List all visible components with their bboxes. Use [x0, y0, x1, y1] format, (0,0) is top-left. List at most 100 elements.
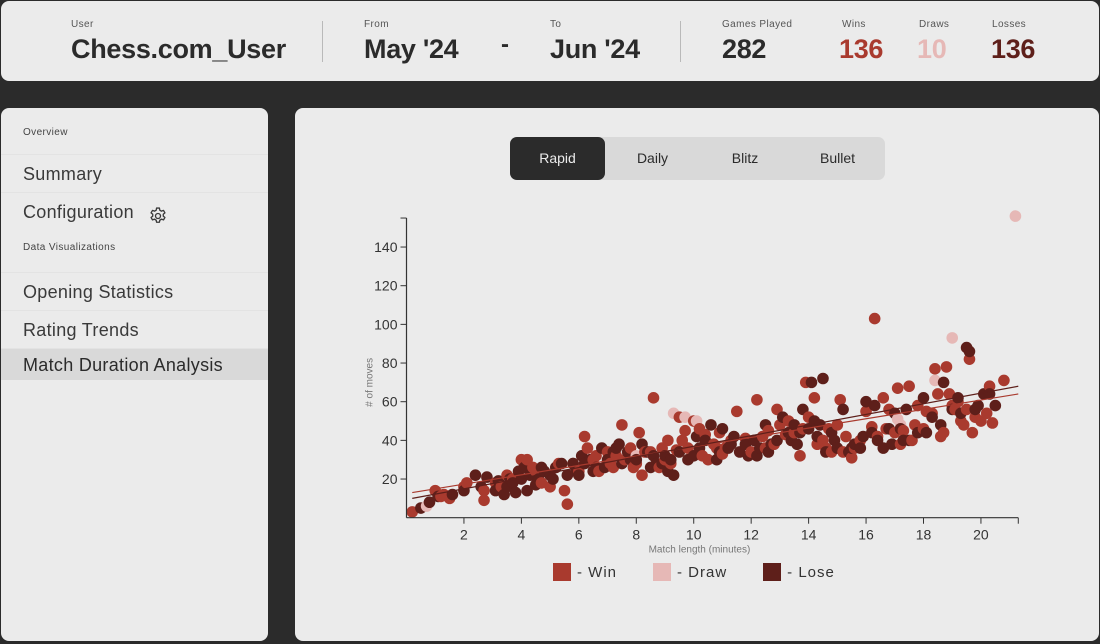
data-point-lose — [868, 399, 881, 412]
to-label: To — [550, 19, 562, 30]
data-point-win — [558, 484, 571, 497]
legend-label: - Lose — [787, 563, 835, 581]
gear-icon[interactable] — [148, 202, 168, 223]
data-point-win — [478, 494, 490, 507]
losses-field: Losses 136 — [991, 19, 1035, 65]
to-value[interactable]: Jun '24 — [550, 34, 640, 65]
data-point-lose — [509, 486, 522, 499]
sidebar-item-configuration[interactable]: Configuration — [1, 192, 268, 230]
data-point-win — [679, 424, 691, 437]
sidebar-item-label: Match Duration Analysis — [23, 354, 223, 375]
data-point-win — [966, 426, 979, 439]
sidebar-item-match-duration-analysis[interactable]: Match Duration Analysis — [1, 348, 268, 380]
legend-label: - Win — [577, 563, 617, 581]
data-point-win — [891, 382, 904, 394]
wins-label: Wins — [842, 19, 866, 30]
header-divider — [322, 21, 323, 62]
x-tick-label: 20 — [973, 527, 989, 543]
sidebar-item-label: Configuration — [23, 201, 134, 222]
data-point-lose — [920, 426, 933, 439]
data-point-lose — [791, 438, 803, 451]
data-point-win — [561, 498, 574, 510]
from-value[interactable]: May '24 — [364, 34, 459, 65]
data-point-win — [731, 405, 743, 418]
sidebar-item-summary[interactable]: Summary — [1, 154, 268, 192]
user-value: Chess.com_User — [71, 34, 286, 64]
data-point-lose — [716, 422, 729, 435]
y-tick-label: 60 — [382, 394, 398, 410]
x-tick-label: 12 — [743, 527, 759, 543]
x-tick-label: 14 — [801, 527, 817, 543]
x-tick-label: 4 — [517, 527, 525, 543]
x-tick-label: 8 — [632, 527, 640, 543]
legend-label: - Draw — [677, 563, 728, 581]
y-tick-label: 40 — [382, 432, 398, 448]
y-axis-title: # of moves — [365, 358, 376, 407]
draws-value: 10 — [917, 34, 947, 64]
data-point-lose — [547, 473, 559, 485]
sidebar-item-opening-statistics[interactable]: Opening Statistics — [1, 272, 268, 310]
data-point-win — [937, 426, 950, 439]
data-point-lose — [667, 469, 680, 481]
y-tick-label: 20 — [382, 471, 398, 487]
data-point-win — [980, 407, 993, 420]
draws-label: Draws — [919, 19, 950, 30]
data-point-lose — [937, 376, 950, 389]
games-played-field: Games Played 282 — [722, 19, 792, 65]
losses-value: 136 — [991, 34, 1036, 64]
data-point-lose — [705, 419, 717, 431]
legend-item-win: - Win — [553, 563, 617, 581]
x-tick-label: 16 — [858, 527, 874, 543]
data-point-lose — [664, 453, 677, 466]
user-field: User Chess.com_User — [71, 19, 286, 65]
wins-value: 136 — [839, 34, 884, 64]
data-point-lose — [926, 411, 938, 423]
data-point-win — [581, 442, 594, 454]
legend-item-draw: - Draw — [653, 563, 727, 581]
sidebar-item-label: Rating Trends — [23, 319, 139, 340]
data-point-lose — [837, 403, 849, 416]
data-point-win — [840, 430, 852, 443]
y-tick-label: 80 — [382, 355, 398, 371]
data-point-win — [877, 392, 890, 404]
lose-swatch — [763, 563, 782, 581]
data-point-lose — [917, 392, 930, 404]
data-point-win — [636, 469, 648, 481]
data-point-win — [751, 393, 763, 406]
x-axis-title: Match length (minutes) — [649, 545, 751, 556]
y-tick-label: 100 — [374, 316, 398, 332]
sidebar-item-label: Summary — [23, 163, 103, 184]
data-point-win — [868, 312, 881, 325]
sidebar-item-rating-trends[interactable]: Rating Trends — [1, 310, 268, 348]
range-separator: - — [501, 31, 509, 58]
sidebar-item-label: Opening Statistics — [23, 281, 174, 302]
data-point-lose — [469, 469, 482, 481]
games-played-value: 282 — [722, 34, 767, 64]
main-panel: Rapid Daily Blitz Bullet 20 40 60 80 100 120 1… — [295, 108, 1099, 641]
data-point-win — [647, 392, 660, 404]
data-point-win — [903, 380, 915, 393]
data-point-win — [808, 392, 821, 404]
header-divider — [680, 21, 681, 62]
y-tick-label: 140 — [374, 239, 398, 255]
y-tick-label: 120 — [374, 278, 398, 294]
data-point-win — [940, 361, 953, 373]
x-tick-label: 2 — [460, 527, 468, 543]
win-swatch — [553, 563, 571, 581]
sidebar-section-overview: Overview — [23, 127, 68, 138]
legend-item-lose: - Lose — [763, 563, 835, 581]
sidebar-section-data-visualizations: Data Visualizations — [23, 242, 116, 253]
x-tick-label: 18 — [916, 527, 932, 543]
data-point-win — [957, 419, 970, 431]
to-field: To Jun '24 — [550, 19, 640, 65]
draw-swatch — [653, 563, 671, 581]
data-point-draw — [1009, 210, 1022, 222]
data-point-lose — [817, 372, 829, 385]
data-point-lose — [854, 442, 867, 454]
header-summary-bar: User Chess.com_User From May '24 - To Ju… — [1, 1, 1099, 81]
data-point-win — [616, 419, 628, 431]
data-point-win — [794, 450, 806, 462]
trendline-lose — [412, 385, 1019, 499]
trendline-win — [412, 393, 1019, 494]
data-point-lose — [989, 399, 1002, 412]
